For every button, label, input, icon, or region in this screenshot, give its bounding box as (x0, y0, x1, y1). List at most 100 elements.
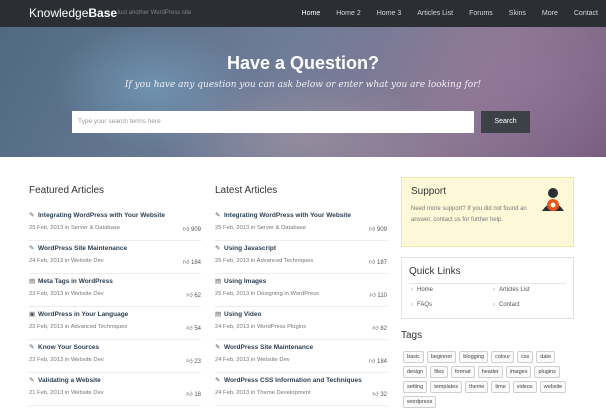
tag-header[interactable]: header (477, 366, 503, 378)
nav-item-home-2[interactable]: Home 2 (328, 0, 369, 27)
tags-title: Tags (401, 330, 423, 341)
article-meta: 25 Feb, 2013 in Designing in WordPress (215, 291, 319, 297)
quick-link-articles-list[interactable]: › Articles List (493, 287, 530, 293)
support-title: Support (411, 186, 447, 197)
article-likes: 👍︎ 909 (369, 225, 387, 233)
edit-icon: ✎ (215, 377, 221, 384)
article-date: 24 Feb, 2013 (29, 258, 64, 264)
likes-count: 23 (194, 359, 201, 365)
article-likes: 👍︎ 184 (369, 357, 387, 365)
article-title: Using Images (224, 278, 267, 285)
tag-format[interactable]: format (451, 366, 475, 378)
article-title-link[interactable]: ✎ WordPress CSS Information and Technique… (215, 376, 362, 384)
article-row: ▤ Using Images 25 Feb, 2013 in Designing i… (215, 274, 387, 307)
nav-item-forums[interactable]: Forums (461, 0, 501, 27)
article-title-link[interactable]: ✎ Validating a Website (29, 376, 101, 384)
site-logo[interactable]: KnowledgeBase (29, 6, 117, 20)
featured-articles-title: Featured Articles (29, 185, 105, 196)
article-title-link[interactable]: ▣ WordPress in Your Language (29, 310, 128, 318)
article-title: Using Javascript (224, 245, 277, 252)
article-date: 25 Feb, 2013 (215, 225, 250, 231)
article-category-link[interactable]: Website Dev (71, 258, 104, 264)
article-category-link[interactable]: Designing in WordPress (257, 291, 319, 297)
tag-design[interactable]: design (403, 366, 428, 378)
article-category-link[interactable]: Website Dev (71, 390, 104, 396)
article-title-link[interactable]: ✎ Know Your Sources (29, 343, 99, 351)
edit-icon: ✎ (29, 212, 35, 219)
nav-item-articles-list[interactable]: Articles List (409, 0, 461, 27)
tag-images[interactable]: images (505, 366, 532, 378)
edit-icon: ✎ (29, 377, 35, 384)
nav-item-home-3[interactable]: Home 3 (369, 0, 410, 27)
article-title-link[interactable]: ✎ Using Javascript (215, 244, 276, 252)
article-meta: 24 Feb, 2013 in WordPress Plugins (215, 324, 306, 330)
article-row: ✎ WordPress CSS Information and Technique… (215, 373, 387, 406)
tag-blogging[interactable]: blogging (459, 351, 489, 363)
article-title-link[interactable]: ▤ Meta Tags in WordPress (29, 277, 113, 285)
tag-theme[interactable]: theme (465, 381, 489, 393)
article-title-link[interactable]: ▤ Using Video (215, 310, 261, 318)
article-category-link[interactable]: Website Dev (257, 357, 290, 363)
support-text: Need more support? If you did not found … (411, 206, 527, 223)
article-category-link[interactable]: Advanced Techniques (71, 324, 128, 330)
tag-templates[interactable]: templates (430, 381, 463, 393)
thumbs-up-icon: 👍︎ (186, 326, 193, 332)
latest-articles-list: ✎ Integrating WordPress with Your Website… (215, 208, 387, 406)
article-title: WordPress Site Maintenance (38, 245, 128, 252)
nav-item-more[interactable]: More (534, 0, 566, 27)
article-category-link[interactable]: Server & Database (71, 225, 120, 231)
article-in: in (250, 225, 256, 231)
thumbs-up-icon: 👍︎ (183, 227, 190, 233)
article-title-link[interactable]: ✎ Integrating WordPress with Your Website (215, 211, 351, 219)
likes-count: 54 (194, 326, 201, 332)
support-agent-icon (542, 188, 564, 211)
tag-videos[interactable]: videos (512, 381, 537, 393)
article-date: 23 Feb, 2013 (29, 291, 64, 297)
main-nav: Home Home 2 Home 3 Articles List Forums … (294, 0, 606, 27)
likes-count: 187 (376, 260, 387, 266)
nav-item-home[interactable]: Home (294, 0, 329, 27)
article-title-link[interactable]: ✎ WordPress Site Maintenance (215, 343, 313, 351)
article-title-link[interactable]: ✎ WordPress Site Maintenance (29, 244, 127, 252)
tag-files[interactable]: files (430, 366, 448, 378)
tag-wordpress[interactable]: wordpress (403, 396, 437, 408)
quick-link-faqs[interactable]: › FAQs (411, 302, 432, 308)
logo-bold: Base (88, 6, 118, 20)
article-title-link[interactable]: ▤ Using Images (215, 277, 266, 285)
tag-website[interactable]: website (539, 381, 567, 393)
article-row: ✎ Integrating WordPress with Your Website… (29, 208, 201, 241)
tag-date[interactable]: date (536, 351, 556, 363)
search-button[interactable]: Search (481, 111, 530, 133)
article-in: in (64, 324, 70, 330)
nav-item-contact[interactable]: Contact (566, 0, 606, 27)
edit-icon: ✎ (29, 344, 35, 351)
article-likes: 👍︎ 23 (186, 357, 201, 365)
quick-link-home[interactable]: › Home (411, 287, 433, 293)
tag-time[interactable]: time (491, 381, 510, 393)
quick-link-label: Contact (499, 302, 520, 308)
tag-basic[interactable]: basic (403, 351, 424, 363)
article-category-link[interactable]: Advanced Techniques (257, 258, 314, 264)
image-icon: ▣ (29, 311, 36, 318)
nav-item-skins[interactable]: Skins (501, 0, 534, 27)
article-meta: 21 Feb, 2013 in Website Dev (29, 390, 104, 396)
tag-plugins[interactable]: plugins (534, 366, 560, 378)
article-category-link[interactable]: Website Dev (71, 357, 104, 363)
article-category-link[interactable]: WordPress Plugins (257, 324, 306, 330)
article-likes: 👍︎ 909 (183, 225, 201, 233)
article-category-link[interactable]: Theme Development (257, 390, 311, 396)
article-category-link[interactable]: Server & Database (257, 225, 306, 231)
tag-css[interactable]: css (517, 351, 534, 363)
article-likes: 👍︎ 54 (186, 324, 201, 332)
article-category-link[interactable]: Website Dev (71, 291, 104, 297)
tag-beginner[interactable]: beginner (426, 351, 457, 363)
quick-link-contact[interactable]: › Contact (493, 302, 520, 308)
tag-setting[interactable]: setting (403, 381, 428, 393)
tag-colour[interactable]: colour (491, 351, 515, 363)
article-title-link[interactable]: ✎ Integrating WordPress with Your Website (29, 211, 165, 219)
quick-links-title: Quick Links (409, 266, 461, 277)
search-input[interactable]: Type your search terms here (72, 111, 474, 133)
edit-icon: ✎ (29, 245, 35, 252)
article-meta: 24 Feb, 2013 in Theme Development (215, 390, 311, 396)
thumbs-up-icon: 👍︎ (186, 293, 193, 299)
